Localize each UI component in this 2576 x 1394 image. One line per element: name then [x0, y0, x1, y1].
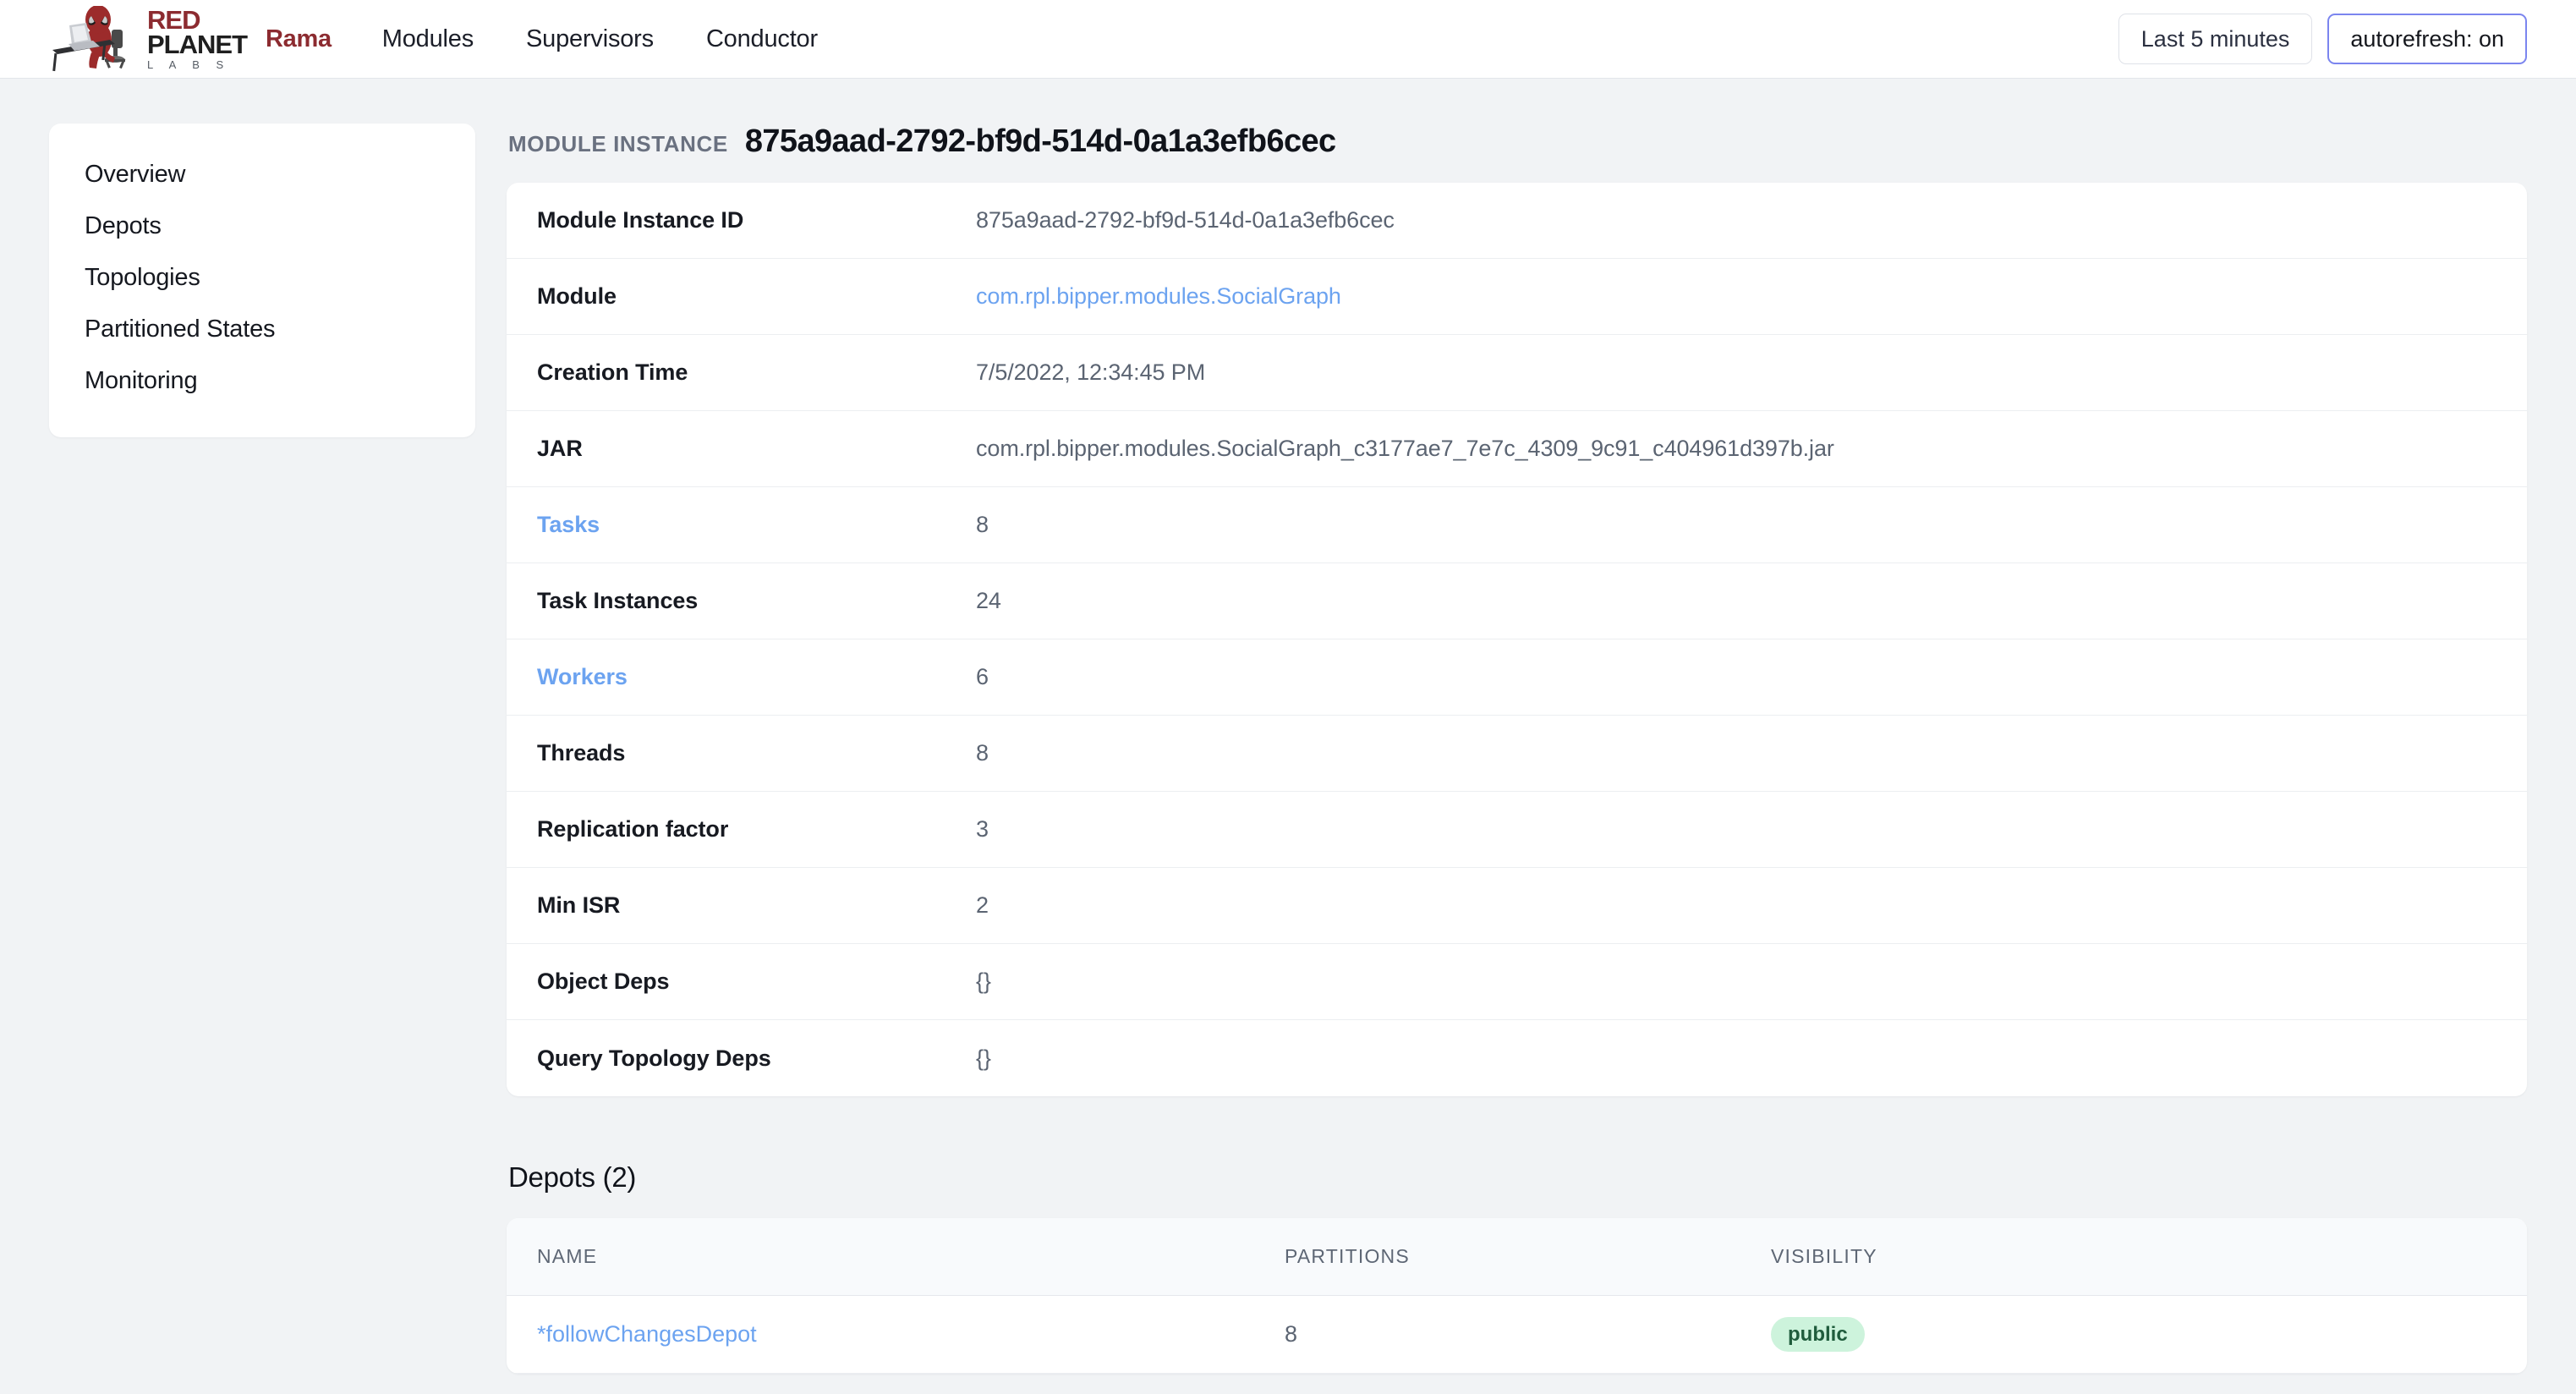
sidebar-item-depots[interactable]: Depots — [49, 200, 475, 252]
detail-key: Task Instances — [537, 588, 699, 613]
status-badge: public — [1771, 1316, 1865, 1353]
nav-item-modules[interactable]: Modules — [382, 25, 514, 53]
detail-value: 2 — [976, 892, 989, 918]
detail-row-min-isr: Min ISR 2 — [507, 868, 2527, 944]
detail-row-workers: Workers 6 — [507, 639, 2527, 716]
nav-item-conductor[interactable]: Conductor — [706, 25, 858, 53]
depot-name-link[interactable]: *followChangesDepot — [507, 1321, 1285, 1347]
depot-partitions: 8 — [1285, 1321, 1298, 1347]
detail-key: Replication factor — [537, 816, 729, 842]
detail-value: 6 — [976, 664, 989, 689]
detail-key: Object Deps — [537, 969, 670, 994]
detail-key: Module Instance ID — [537, 207, 744, 233]
page-title-eyebrow: MODULE INSTANCE — [508, 131, 728, 156]
depot-visibility-cell: public — [1771, 1316, 2527, 1353]
page-title: MODULE INSTANCE 875a9aad-2792-bf9d-514d-… — [507, 123, 2527, 160]
sidebar-item-monitoring[interactable]: Monitoring — [49, 355, 475, 407]
logo-wordmark: RED PLANET L A B S — [147, 4, 248, 72]
sidebar-nav: Overview Depots Topologies Partitioned S… — [49, 123, 475, 437]
nav-item-supervisors[interactable]: Supervisors — [526, 25, 694, 53]
sidebar-item-partitioned-states[interactable]: Partitioned States — [49, 304, 475, 355]
detail-key: Query Topology Deps — [537, 1045, 771, 1071]
detail-key-link[interactable]: Tasks — [507, 512, 976, 538]
depots-table: NAME PARTITIONS VISIBILITY *followChange… — [507, 1218, 2527, 1374]
detail-key: JAR — [537, 436, 583, 461]
top-header-bar: RED PLANET L A B S Rama Modules Supervis… — [0, 0, 2576, 79]
detail-value: com.rpl.bipper.modules.SocialGraph_c3177… — [976, 436, 1834, 461]
module-instance-details-card: Module Instance ID 875a9aad-2792-bf9d-51… — [507, 183, 2527, 1096]
logo-line-planet: PLANET — [147, 30, 248, 59]
detail-row-creation-time: Creation Time 7/5/2022, 12:34:45 PM — [507, 335, 2527, 411]
detail-row-replication-factor: Replication factor 3 — [507, 792, 2527, 868]
detail-row-query-topology-deps: Query Topology Deps {} — [507, 1020, 2527, 1096]
time-range-button[interactable]: Last 5 minutes — [2118, 13, 2313, 65]
detail-row-module: Module com.rpl.bipper.modules.SocialGrap… — [507, 259, 2527, 335]
detail-row-object-deps: Object Deps {} — [507, 944, 2527, 1020]
column-header-visibility: VISIBILITY — [1771, 1245, 1877, 1267]
column-header-name: NAME — [537, 1245, 598, 1267]
detail-row-tasks: Tasks 8 — [507, 487, 2527, 563]
detail-row-task-instances: Task Instances 24 — [507, 563, 2527, 639]
page-layout: Overview Depots Topologies Partitioned S… — [0, 79, 2576, 1374]
detail-value: 7/5/2022, 12:34:45 PM — [976, 359, 1206, 385]
detail-key: Min ISR — [537, 892, 621, 918]
table-row: *followChangesDepot 8 public — [507, 1296, 2527, 1374]
detail-key-link[interactable]: Workers — [507, 664, 976, 690]
column-header-partitions: PARTITIONS — [1285, 1245, 1410, 1267]
sidebar-item-overview[interactable]: Overview — [49, 149, 475, 200]
detail-value: 24 — [976, 588, 1001, 613]
detail-value: {} — [976, 969, 991, 994]
logo-line-red: RED — [147, 4, 200, 35]
detail-value: {} — [976, 1045, 991, 1071]
detail-row-jar: JAR com.rpl.bipper.modules.SocialGraph_c… — [507, 411, 2527, 487]
main-navigation: Modules Supervisors Conductor — [382, 25, 870, 53]
main-content: MODULE INSTANCE 875a9aad-2792-bf9d-514d-… — [507, 123, 2527, 1374]
page-title-value: 875a9aad-2792-bf9d-514d-0a1a3efb6cec — [744, 123, 1336, 159]
autorefresh-toggle-button[interactable]: autorefresh: on — [2327, 13, 2527, 65]
detail-value: 8 — [976, 740, 989, 766]
detail-value-link[interactable]: com.rpl.bipper.modules.SocialGraph — [976, 283, 2527, 310]
alien-at-laptop-logo-icon — [52, 6, 126, 72]
depots-section-title: Depots (2) — [508, 1161, 637, 1193]
sidebar-item-topologies[interactable]: Topologies — [49, 252, 475, 304]
detail-row-threads: Threads 8 — [507, 716, 2527, 792]
brand-name-rama: Rama — [266, 25, 332, 52]
brand-logo[interactable]: RED PLANET L A B S Rama — [49, 6, 332, 72]
header-actions: Last 5 minutes autorefresh: on — [2118, 13, 2527, 65]
detail-value: 3 — [976, 816, 989, 842]
detail-key: Threads — [537, 740, 626, 766]
detail-value: 875a9aad-2792-bf9d-514d-0a1a3efb6cec — [976, 207, 1395, 233]
depots-table-header-row: NAME PARTITIONS VISIBILITY — [507, 1218, 2527, 1296]
detail-key: Module — [537, 283, 617, 309]
detail-value: 8 — [976, 512, 989, 537]
detail-row-module-instance-id: Module Instance ID 875a9aad-2792-bf9d-51… — [507, 183, 2527, 259]
logo-line-labs: L A B S — [147, 58, 231, 72]
detail-key: Creation Time — [537, 359, 688, 385]
